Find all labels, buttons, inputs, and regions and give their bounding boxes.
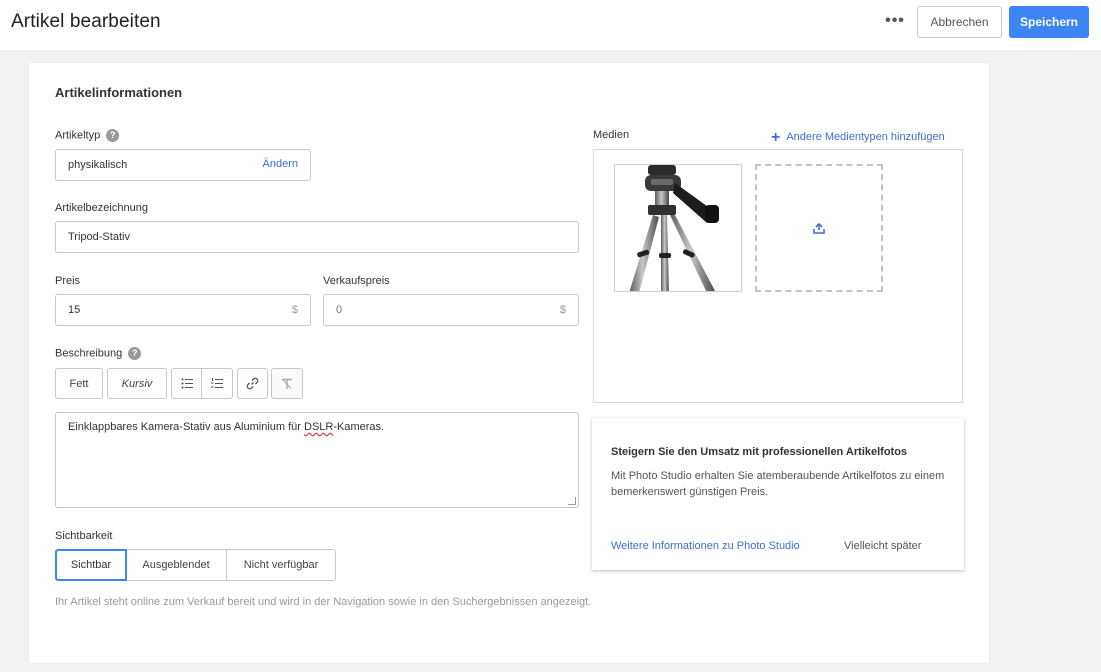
item-type-label: Artikeltyp: [55, 129, 101, 142]
bulleted-list-icon: [181, 378, 193, 389]
item-info-card: Artikelinformationen Artikeltyp? physika…: [29, 63, 989, 663]
bold-button[interactable]: Fett: [55, 368, 103, 399]
description-textarea[interactable]: Einklappbares Kamera-Stativ aus Aluminiu…: [55, 412, 579, 508]
description-label-row: Beschreibung?: [55, 347, 142, 360]
numbered-list-icon: [211, 378, 223, 388]
promo-text: Mit Photo Studio erhalten Sie atemberaub…: [611, 470, 945, 498]
sale-price-input[interactable]: [336, 304, 536, 316]
media-label: Medien: [593, 129, 630, 141]
link-icon: [246, 377, 259, 390]
promo-title: Steigern Sie den Umsatz mit professionel…: [611, 446, 908, 458]
sale-price-currency: $: [559, 304, 566, 316]
photo-studio-promo: Steigern Sie den Umsatz mit professionel…: [592, 418, 964, 570]
plus-icon: +: [771, 129, 781, 146]
bulleted-list-button[interactable]: [171, 368, 202, 399]
resize-handle[interactable]: [568, 497, 576, 505]
add-media-types-link[interactable]: + Andere Medientypen hinzufügen: [771, 129, 945, 147]
photo-studio-info-link[interactable]: Weitere Informationen zu Photo Studio: [611, 540, 800, 552]
maybe-later-link[interactable]: Vielleicht später: [844, 540, 921, 552]
price-field[interactable]: $: [55, 294, 311, 326]
description-text-after: -Kameras.: [333, 421, 385, 433]
change-item-type-link[interactable]: Ändern: [263, 158, 298, 170]
visibility-label: Sichtbarkeit: [55, 530, 113, 542]
add-media-types-label: Andere Medientypen hinzufügen: [786, 131, 945, 143]
sale-price-field[interactable]: $: [323, 294, 579, 326]
spelling-flagged-word: DSLR: [304, 421, 334, 433]
price-label: Preis: [55, 275, 81, 287]
product-image-thumbnail[interactable]: [614, 164, 742, 292]
description-text-before: Einklappbares Kamera-Stativ aus Aluminiu…: [68, 421, 304, 433]
help-icon[interactable]: ?: [128, 347, 142, 360]
upload-dropzone[interactable]: [755, 164, 883, 292]
more-options-button[interactable]: •••: [880, 10, 910, 36]
top-bar: Artikel bearbeiten ••• Abbrechen Speiche…: [0, 0, 1101, 50]
section-title: Artikelinformationen: [55, 85, 183, 100]
price-input[interactable]: [68, 304, 268, 316]
sale-price-label: Verkaufspreis: [323, 275, 390, 287]
item-name-input[interactable]: [68, 231, 268, 243]
item-type-value: physikalisch: [68, 159, 128, 171]
price-currency: $: [291, 304, 298, 316]
save-button[interactable]: Speichern: [1009, 6, 1089, 38]
tripod-image: [615, 165, 741, 291]
numbered-list-button[interactable]: [201, 368, 233, 399]
item-type-label-row: Artikeltyp?: [55, 129, 120, 142]
item-type-field: physikalisch Ändern: [55, 149, 311, 181]
italic-button[interactable]: Kursiv: [107, 368, 167, 399]
item-name-label: Artikelbezeichnung: [55, 202, 148, 214]
upload-icon: [813, 222, 825, 234]
help-icon[interactable]: ?: [106, 129, 120, 142]
visibility-option-visible[interactable]: Sichtbar: [55, 549, 127, 581]
visibility-option-unavailable[interactable]: Nicht verfügbar: [226, 549, 336, 581]
page-title: Artikel bearbeiten: [11, 11, 161, 32]
clear-format-icon: [282, 378, 292, 389]
cancel-button[interactable]: Abbrechen: [917, 6, 1002, 38]
description-label: Beschreibung: [55, 347, 123, 360]
visibility-option-hidden[interactable]: Ausgeblendet: [126, 549, 227, 581]
clear-format-button[interactable]: [271, 368, 303, 399]
media-area: [593, 149, 963, 403]
item-name-field[interactable]: [55, 221, 579, 253]
link-button[interactable]: [237, 368, 268, 399]
visibility-help-text: Ihr Artikel steht online zum Verkauf ber…: [55, 596, 592, 608]
